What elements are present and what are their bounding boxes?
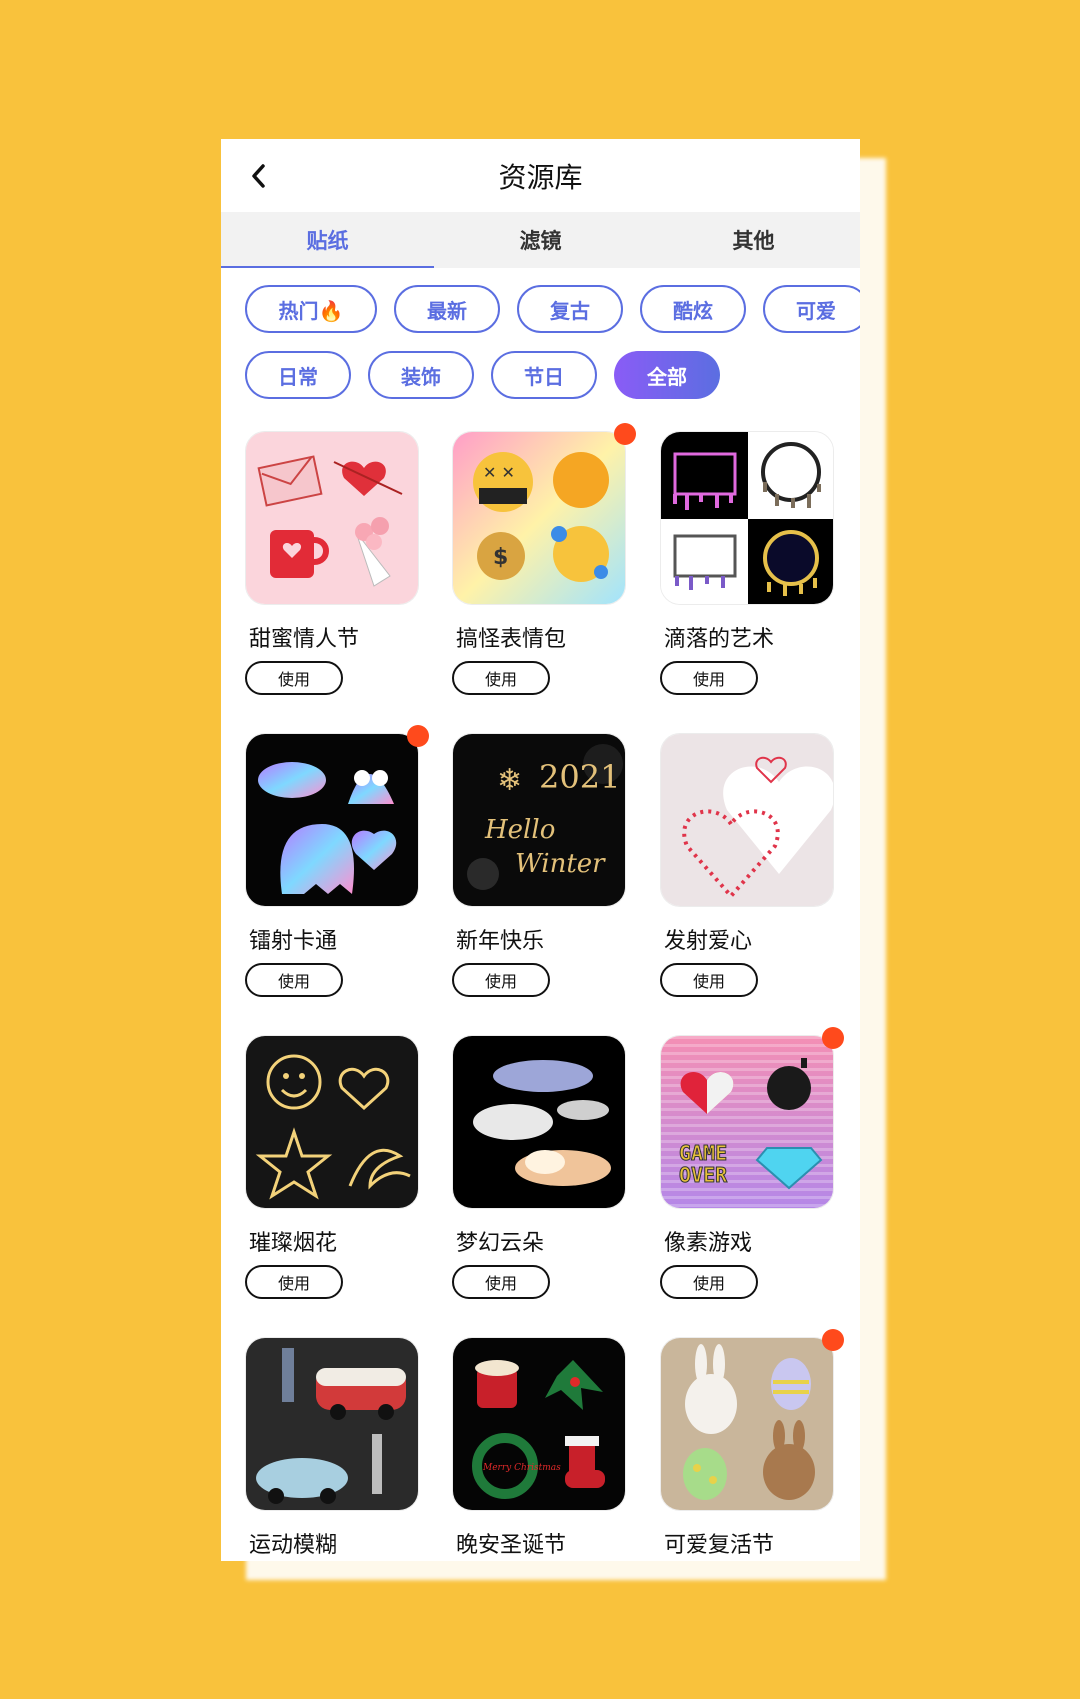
svg-text:✕ ✕: ✕ ✕ [483, 463, 515, 482]
sticker-pack-card: 镭射卡通 使用 [245, 725, 429, 997]
drip-frame-stickers-icon [661, 432, 833, 604]
chip-cool[interactable]: 酷炫 [640, 285, 746, 333]
easter-stickers-icon [661, 1338, 833, 1510]
sticker-pack-title: 搞怪表情包 [456, 627, 567, 652]
sticker-pack-title: 镭射卡通 [249, 929, 338, 954]
sticker-pack-title: 璀璨烟花 [249, 1231, 338, 1256]
sticker-pack-card: ❄ 2021 Hello Winter 新年快乐 使用 [452, 733, 632, 997]
cloud-stickers-icon [453, 1036, 625, 1208]
new-year-stickers-icon: ❄ 2021 Hello Winter [453, 734, 625, 906]
use-button[interactable]: 使用 [452, 963, 550, 997]
sticker-pack-title: 滴落的艺术 [664, 627, 775, 652]
sticker-thumbnail[interactable] [452, 1035, 626, 1209]
use-button[interactable]: 使用 [452, 661, 550, 695]
back-button[interactable] [241, 159, 275, 193]
heart-stickers-icon [661, 734, 833, 906]
tab-filters[interactable]: 滤镜 [434, 212, 647, 268]
sticker-thumbnail[interactable]: ✕ ✕ $ [452, 431, 626, 605]
new-badge [822, 1027, 844, 1049]
sticker-pack-card: 滴落的艺术 使用 [660, 431, 840, 695]
new-badge [822, 1329, 844, 1351]
sticker-pack-title: 梦幻云朵 [456, 1231, 545, 1256]
chevron-left-icon [252, 164, 265, 188]
christmas-stickers-icon: Merry Christmas [453, 1338, 625, 1510]
sticker-pack-title: 晚安圣诞节 [456, 1533, 567, 1558]
sticker-pack-title: 发射爱心 [664, 929, 753, 954]
sticker-thumbnail[interactable]: GAME OVER [660, 1035, 834, 1209]
sticker-thumbnail[interactable] [660, 733, 834, 907]
sticker-pack-card: 可爱复活节 [660, 1329, 844, 1558]
sparkler-stickers-icon [246, 1036, 418, 1208]
svg-text:❄: ❄ [497, 763, 522, 798]
sticker-pack-card: ✕ ✕ $ 搞怪表情包 使用 [452, 423, 636, 695]
chip-retro[interactable]: 复古 [517, 285, 623, 333]
svg-text:$: $ [493, 545, 508, 570]
new-badge [614, 423, 636, 445]
use-button[interactable]: 使用 [660, 661, 758, 695]
new-badge [407, 725, 429, 747]
sticker-pack-card: 璀璨烟花 使用 [245, 1035, 425, 1299]
chip-hot[interactable]: 热门🔥 [245, 285, 377, 333]
thumb-hello-text: Hello [484, 815, 555, 845]
thumb-game-text: GAME [679, 1141, 727, 1165]
category-tabs: 贴纸 滤镜 其他 [221, 212, 860, 268]
thumb-merry-text: Merry Christmas [482, 1463, 561, 1473]
sticker-pack-card: 运动模糊 使用 [245, 1337, 425, 1558]
sticker-pack-title: 新年快乐 [456, 929, 545, 954]
thumb-over-text: OVER [679, 1163, 728, 1187]
chip-all[interactable]: 全部 [614, 351, 720, 399]
sticker-pack-card: 梦幻云朵 使用 [452, 1035, 632, 1299]
thumb-winter-text: Winter [515, 849, 606, 879]
sticker-pack-card: 发射爱心 使用 [660, 733, 840, 997]
sticker-pack-title: 像素游戏 [664, 1231, 753, 1256]
page-title: 资源库 [498, 160, 583, 194]
holographic-stickers-icon [246, 734, 418, 906]
sticker-thumbnail[interactable]: Merry Christmas [452, 1337, 626, 1511]
filter-chips-row-1: 热门🔥 最新 复古 酷炫 可爱 [245, 285, 860, 333]
valentine-stickers-icon [246, 432, 418, 604]
chip-holiday[interactable]: 节日 [491, 351, 597, 399]
sticker-thumbnail[interactable] [245, 431, 419, 605]
sticker-thumbnail[interactable] [660, 1337, 834, 1511]
chip-decoration[interactable]: 装饰 [368, 351, 474, 399]
chip-newest[interactable]: 最新 [394, 285, 500, 333]
sticker-thumbnail[interactable] [660, 431, 834, 605]
header-bar: 资源库 [221, 139, 860, 212]
motion-blur-stickers-icon [246, 1338, 418, 1510]
use-button[interactable]: 使用 [245, 1265, 343, 1299]
emoji-stickers-icon: ✕ ✕ $ [453, 432, 625, 604]
use-button[interactable]: 使用 [660, 1265, 758, 1299]
use-button[interactable]: 使用 [452, 1265, 550, 1299]
tab-others[interactable]: 其他 [647, 212, 860, 268]
sticker-thumbnail[interactable] [245, 1035, 419, 1209]
app-screen: 资源库 贴纸 滤镜 其他 热门🔥 最新 复古 酷炫 可爱 日常 装饰 节日 全部 [221, 139, 860, 1561]
chip-daily[interactable]: 日常 [245, 351, 351, 399]
sticker-pack-card: GAME OVER 像素游戏 使用 [660, 1027, 844, 1299]
sticker-pack-title: 运动模糊 [249, 1533, 338, 1558]
filter-chips-row-2: 日常 装饰 节日 全部 [245, 351, 720, 399]
sticker-thumbnail[interactable] [245, 1337, 419, 1511]
use-button[interactable]: 使用 [245, 963, 343, 997]
sticker-thumbnail[interactable]: ❄ 2021 Hello Winter [452, 733, 626, 907]
sticker-pack-title: 甜蜜情人节 [249, 627, 360, 652]
sticker-pack-card: 甜蜜情人节 使用 [245, 431, 425, 695]
use-button[interactable]: 使用 [245, 661, 343, 695]
thumb-year-text: 2021 [539, 758, 620, 796]
chip-cute[interactable]: 可爱 [763, 285, 860, 333]
sticker-thumbnail[interactable] [245, 733, 419, 907]
pixel-game-stickers-icon: GAME OVER [661, 1036, 833, 1208]
tab-stickers[interactable]: 贴纸 [221, 212, 434, 268]
sticker-pack-card: Merry Christmas 晚安圣诞节 使用 [452, 1337, 632, 1558]
use-button[interactable]: 使用 [660, 963, 758, 997]
sticker-pack-title: 可爱复活节 [664, 1533, 775, 1558]
